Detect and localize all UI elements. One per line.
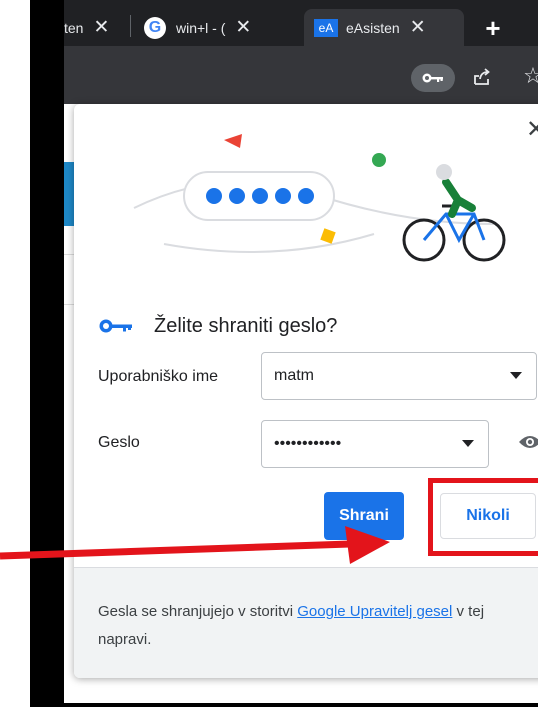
key-icon[interactable] — [411, 64, 455, 92]
close-tab-icon[interactable]: ✕ — [93, 16, 109, 39]
password-illustration — [74, 104, 538, 304]
browser-toolbar: ☆ — [64, 46, 538, 104]
tab-label: win+l - ( — [176, 19, 226, 36]
key-icon — [99, 319, 132, 333]
tab-strip: ten ✕ G win+l - ( ✕ eA eAsisten ✕ + — [64, 0, 538, 46]
close-icon[interactable]: ✕ — [523, 117, 538, 143]
tab-easistent[interactable]: eA eAsisten ✕ — [304, 9, 464, 46]
eye-icon[interactable] — [518, 434, 538, 450]
password-manager-link[interactable]: Google Upravitelj gesel — [297, 603, 452, 620]
screenshot-frame: ten ✕ G win+l - ( ✕ eA eAsisten ✕ + ☆ ✕ … — [30, 0, 538, 707]
google-icon: G — [144, 16, 166, 39]
tab-first[interactable]: ten ✕ — [64, 9, 130, 46]
tab-label: eAsisten — [346, 19, 400, 36]
dialog-title: Želite shraniti geslo? — [154, 314, 338, 337]
tab-google[interactable]: G win+l - ( ✕ — [144, 9, 299, 46]
annotation-arrow — [0, 526, 390, 564]
dialog-footer: Gesla se shranjujejo v storitvi Google U… — [74, 567, 538, 678]
highlight-box — [428, 478, 538, 556]
new-tab-button[interactable]: + — [476, 13, 510, 43]
password-select[interactable]: •••••••••••• — [261, 420, 489, 468]
chevron-down-icon — [510, 372, 522, 379]
tab-separator — [130, 15, 131, 37]
easistent-icon: eA — [314, 18, 338, 37]
tab-label: ten — [64, 19, 84, 36]
share-icon[interactable] — [470, 66, 494, 90]
save-password-dialog: ✕ Želite shraniti geslo? Uporabniško ime… — [74, 104, 538, 678]
password-value: •••••••••••• — [274, 435, 342, 452]
browser-window: ten ✕ G win+l - ( ✕ eA eAsisten ✕ + ☆ ✕ … — [64, 0, 538, 703]
username-label: Uporabniško ime — [98, 368, 219, 385]
close-tab-icon[interactable]: ✕ — [235, 16, 251, 39]
chevron-down-icon — [462, 440, 474, 447]
star-icon[interactable]: ☆ — [520, 63, 538, 89]
username-select[interactable]: matm — [261, 352, 537, 400]
dialog-header: Želite shraniti geslo? — [98, 310, 337, 342]
username-value: matm — [274, 367, 314, 384]
footer-text: Gesla se shranjujejo v storitvi Google U… — [98, 598, 538, 654]
footer-text-start: Gesla se shranjujejo v storitvi — [98, 603, 298, 620]
password-label: Geslo — [98, 434, 140, 451]
close-tab-icon[interactable]: ✕ — [410, 16, 426, 39]
